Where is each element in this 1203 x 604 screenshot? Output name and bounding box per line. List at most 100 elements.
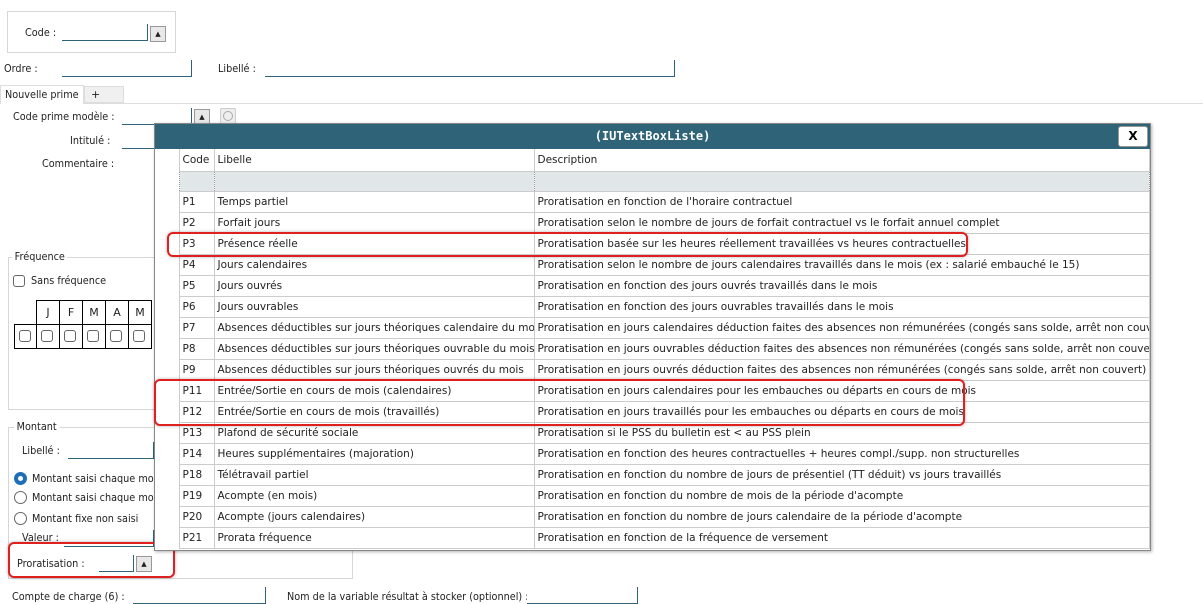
- row-indicator: [155, 443, 180, 464]
- cell-description: Proratisation en fonction du nombre de j…: [533, 505, 1150, 528]
- code-dropdown-button[interactable]: ▲: [150, 26, 166, 42]
- tab-nouvelle-prime[interactable]: Nouvelle prime: [0, 85, 84, 104]
- table-row[interactable]: P2 Forfait jours Proratisation selon le no…: [155, 211, 1150, 234]
- table-row[interactable]: P9 Absences déductibles sur jours théoriq…: [155, 358, 1150, 381]
- cell-description: Proratisation en fonction du nombre de j…: [533, 463, 1150, 486]
- cell-code: P4: [178, 253, 215, 276]
- cell-description: Proratisation selon le nombre de jours d…: [533, 211, 1150, 234]
- list-table: Code Libelle Description P1 Temps partiel Pr…: [155, 149, 1150, 549]
- cell-description: Proratisation en fonction des jours ouvr…: [533, 274, 1150, 297]
- row-indicator: [155, 527, 180, 548]
- row-indicator: [155, 485, 180, 506]
- tab-label: Nouvelle prime: [5, 88, 79, 101]
- row-indicator: [155, 506, 180, 527]
- cell-code: P5: [178, 274, 215, 297]
- frequence-title: Fréquence: [12, 250, 68, 263]
- cell-libelle: Temps partiel: [213, 190, 535, 213]
- month-header: M: [82, 300, 106, 325]
- cell-description: Proratisation en fonction de la fréquenc…: [533, 526, 1150, 549]
- table-row[interactable]: P6 Jours ouvrables Proratisation en foncti…: [155, 295, 1150, 318]
- close-button[interactable]: X: [1118, 126, 1148, 147]
- radio-montant-saisi-2[interactable]: [14, 491, 27, 504]
- cell-libelle: Forfait jours: [213, 211, 535, 234]
- radio-label: Montant saisi chaque mois: [32, 491, 162, 504]
- cell-description: Proratisation selon le nombre de jours c…: [533, 253, 1150, 276]
- month-checkbox[interactable]: [133, 330, 145, 342]
- search-button[interactable]: [220, 108, 236, 124]
- cell-code: P18: [178, 463, 215, 486]
- cell-code: P20: [178, 505, 215, 528]
- intitule-label: Intitulé :: [70, 134, 111, 147]
- table-row[interactable]: P1 Temps partiel Proratisation en fonction…: [155, 190, 1150, 213]
- table-row[interactable]: P4 Jours calendaires Proratisation selon l…: [155, 253, 1150, 276]
- col-header-code[interactable]: Code: [178, 149, 215, 172]
- filter-libelle[interactable]: [213, 170, 535, 192]
- ordre-input[interactable]: [62, 60, 192, 77]
- table-row[interactable]: P19 Acompte (en mois) Proratisation en fon…: [155, 484, 1150, 507]
- cell-description: Proratisation en jours calendaires déduc…: [533, 316, 1150, 339]
- filter-code[interactable]: [178, 170, 215, 192]
- popup-title: (IUTextBoxListe): [155, 124, 1150, 149]
- row-indicator: [155, 359, 180, 380]
- table-row[interactable]: P21 Prorata fréquence Proratisation en fon…: [155, 526, 1150, 549]
- table-row[interactable]: P7 Absences déductibles sur jours théoriq…: [155, 316, 1150, 339]
- radio-label: Montant fixe non saisi: [32, 512, 139, 525]
- month-checkbox[interactable]: [110, 330, 122, 342]
- month-checkbox[interactable]: [41, 330, 53, 342]
- month-checkbox[interactable]: [87, 330, 99, 342]
- cell-code: P14: [178, 442, 215, 465]
- month-header: J: [36, 300, 60, 325]
- cell-libelle: Acompte (jours calendaires): [213, 505, 535, 528]
- filter-row[interactable]: [155, 170, 1150, 192]
- cell-description: Proratisation en fonction du nombre de m…: [533, 484, 1150, 507]
- col-header-description[interactable]: Description: [533, 149, 1150, 172]
- cell-libelle: Acompte (en mois): [213, 484, 535, 507]
- tab-add[interactable]: +: [84, 86, 124, 103]
- cell-code: P9: [178, 358, 215, 381]
- montant-libelle-label: Libellé :: [22, 444, 60, 457]
- variable-input[interactable]: [527, 587, 638, 604]
- col-header-libelle[interactable]: Libelle: [213, 149, 535, 172]
- code-prime-label: Code prime modèle :: [13, 110, 115, 123]
- highlight-p3: [167, 232, 968, 257]
- cell-libelle: Jours ouvrables: [213, 295, 535, 318]
- row-indicator: [155, 317, 180, 338]
- month-checkbox-all[interactable]: [19, 330, 31, 342]
- radio-montant-saisi-1[interactable]: [14, 472, 27, 485]
- cell-libelle: Télétravail partiel: [213, 463, 535, 486]
- cell-libelle: Absences déductibles sur jours théorique…: [213, 358, 535, 381]
- compte-input[interactable]: [133, 587, 266, 604]
- row-indicator: [155, 296, 180, 317]
- cell-libelle: Prorata fréquence: [213, 526, 535, 549]
- cell-code: P7: [178, 316, 215, 339]
- table-row[interactable]: P20 Acompte (jours calendaires) Proratisat…: [155, 505, 1150, 528]
- commentaire-label: Commentaire :: [42, 157, 115, 170]
- radio-montant-fixe[interactable]: [14, 512, 27, 525]
- commentaire-textarea[interactable]: [123, 160, 154, 215]
- cell-code: P8: [178, 337, 215, 360]
- libelle-input[interactable]: [265, 60, 675, 77]
- cell-libelle: Absences déductibles sur jours théorique…: [213, 337, 535, 360]
- month-checkbox[interactable]: [64, 330, 76, 342]
- libelle-label: Libellé :: [218, 62, 256, 75]
- month-header: A: [105, 300, 129, 325]
- cell-libelle: Jours calendaires: [213, 253, 535, 276]
- table-row[interactable]: P5 Jours ouvrés Proratisation en fonction …: [155, 274, 1150, 297]
- cell-description: Proratisation en jours ouvrables déducti…: [533, 337, 1150, 360]
- table-row[interactable]: P8 Absences déductibles sur jours théoriq…: [155, 337, 1150, 360]
- row-indicator: [155, 338, 180, 359]
- month-header: F: [59, 300, 83, 325]
- cell-code: P19: [178, 484, 215, 507]
- filter-description[interactable]: [533, 170, 1150, 192]
- montant-libelle-input[interactable]: [68, 442, 154, 459]
- cell-libelle: Absences déductibles sur jours théorique…: [213, 316, 535, 339]
- radio-label: Montant saisi chaque mois: [32, 472, 162, 485]
- circle-icon: [223, 111, 233, 121]
- cell-description: Proratisation en fonction des jours ouvr…: [533, 295, 1150, 318]
- sans-frequence-checkbox[interactable]: [13, 275, 25, 287]
- table-row[interactable]: P14 Heures supplémentaires (majoration) Pr…: [155, 442, 1150, 465]
- table-row[interactable]: P18 Télétravail partiel Proratisation en f…: [155, 463, 1150, 486]
- tab-divider: [0, 103, 1203, 104]
- row-indicator: [155, 254, 180, 275]
- code-input[interactable]: [62, 24, 148, 41]
